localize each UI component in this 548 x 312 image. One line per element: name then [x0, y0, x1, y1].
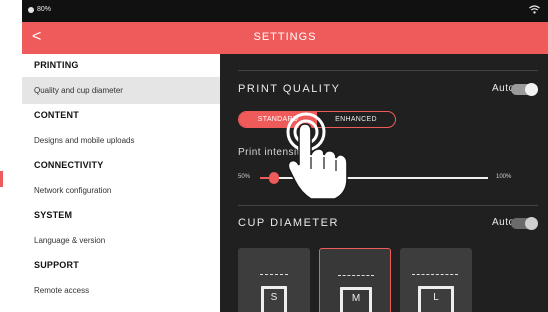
- slider-min-label: 50%: [238, 174, 251, 180]
- toggle-knob: [525, 83, 538, 96]
- cup-size-letter: S: [270, 292, 278, 303]
- cup-diameter-title: CUP DIAMETER: [238, 217, 339, 229]
- diameter-guide: [412, 274, 458, 275]
- sidebar-heading-support: SUPPORT: [34, 260, 79, 270]
- sidebar-item-quality-and-cup-diameter[interactable]: Quality and cup diameter: [22, 77, 220, 104]
- cup-size-small-option[interactable]: S: [238, 248, 310, 312]
- settings-content: PRINT QUALITY Auto STANDARD ENHANCED Pri…: [220, 54, 548, 312]
- sidebar-heading-printing: PRINTING: [34, 60, 79, 70]
- page-title: SETTINGS: [253, 31, 317, 43]
- cup-size-medium-option[interactable]: M: [319, 248, 391, 312]
- sidebar-heading-content: CONTENT: [34, 110, 79, 120]
- diameter-guide: [338, 275, 374, 276]
- tap-gesture-hand-icon: [286, 112, 348, 200]
- sidebar-item-language-version[interactable]: Language & version: [22, 227, 220, 254]
- toggle-knob: [525, 217, 538, 230]
- left-margin: [0, 0, 22, 312]
- sidebar-item-remote-access[interactable]: Remote access: [22, 277, 220, 304]
- print-quality-title: PRINT QUALITY: [238, 83, 341, 95]
- settings-screen: 80% < SETTINGS PRINTING Quality and cup …: [22, 0, 548, 312]
- cup-medium-icon: M: [340, 287, 372, 312]
- wifi-icon: [529, 5, 540, 14]
- sidebar-heading-connectivity: CONNECTIVITY: [34, 160, 104, 170]
- divider: [238, 205, 538, 206]
- cup-size-letter: L: [433, 292, 439, 303]
- cup-large-icon: L: [418, 286, 454, 312]
- cup-size-large-option[interactable]: L: [400, 248, 472, 312]
- title-bar: < SETTINGS: [22, 22, 548, 54]
- battery-icon: [28, 6, 34, 13]
- divider: [238, 70, 538, 71]
- selection-marker: [0, 171, 3, 187]
- cup-small-icon: S: [261, 286, 287, 312]
- status-bar: 80%: [22, 0, 548, 22]
- settings-sidebar: PRINTING Quality and cup diameter CONTEN…: [22, 54, 220, 312]
- slider-max-label: 100%: [496, 174, 512, 180]
- cup-size-letter: M: [351, 293, 361, 304]
- sidebar-item-designs-and-uploads[interactable]: Designs and mobile uploads: [22, 127, 220, 154]
- battery-level: 80%: [37, 6, 52, 13]
- diameter-guide: [260, 274, 288, 275]
- sidebar-item-network-configuration[interactable]: Network configuration: [22, 177, 220, 204]
- cup-diameter-auto-toggle[interactable]: [511, 217, 538, 230]
- print-quality-auto-toggle[interactable]: [511, 83, 538, 96]
- cup-size-options: S M L: [238, 248, 538, 312]
- sidebar-heading-system: SYSTEM: [34, 210, 73, 220]
- battery-indicator: 80%: [28, 6, 51, 13]
